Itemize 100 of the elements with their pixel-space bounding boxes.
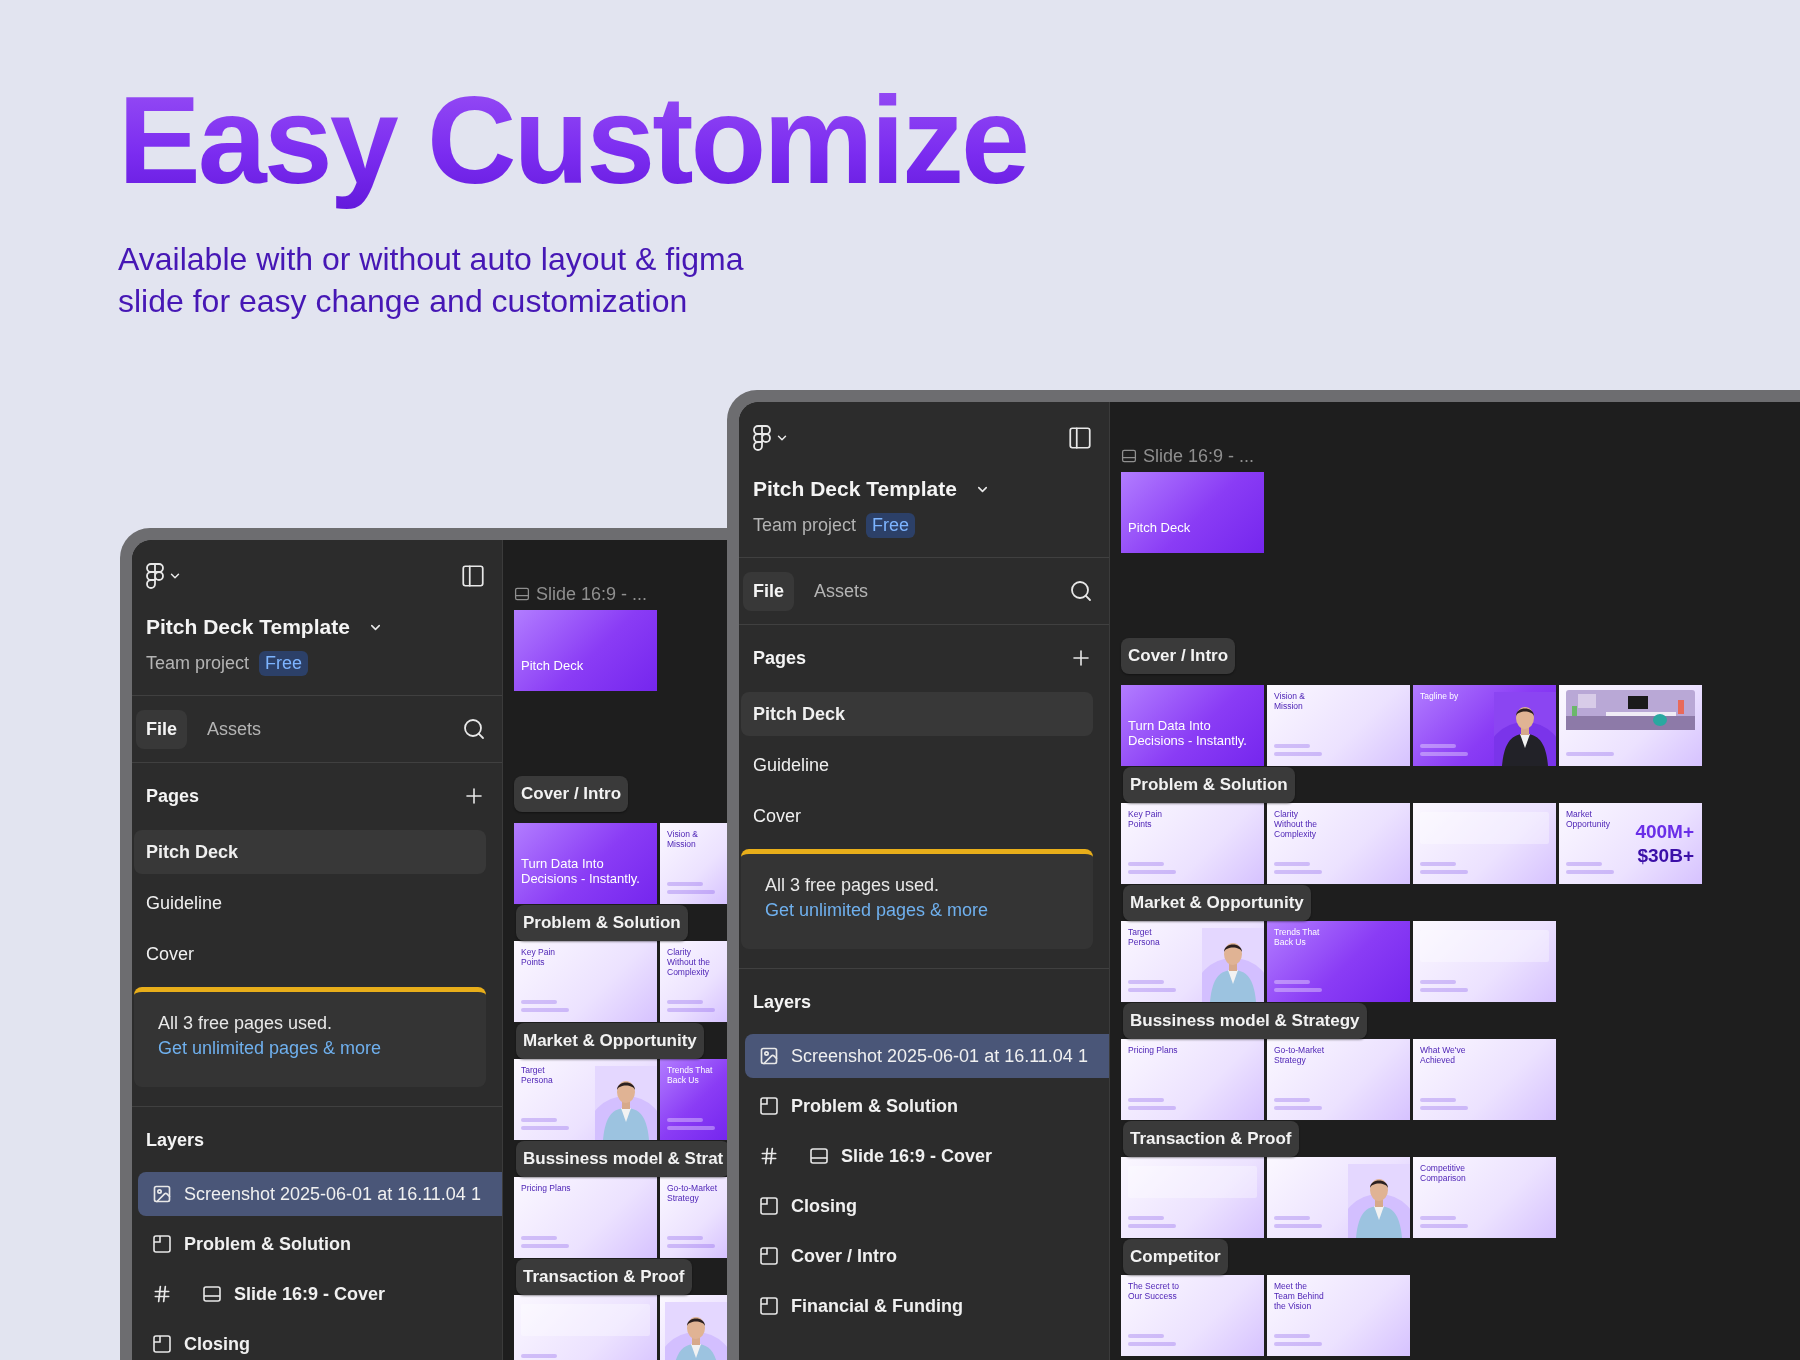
slide-thumbnail[interactable] xyxy=(514,1295,657,1360)
slide-thumbnail[interactable] xyxy=(1559,685,1702,766)
plan-badge: Free xyxy=(259,650,309,676)
page-item[interactable]: Guideline xyxy=(134,881,486,925)
panel-tab[interactable]: Assets xyxy=(197,709,272,749)
slide-thumbnail[interactable] xyxy=(1267,1157,1410,1238)
section-label[interactable]: Bussiness model & Strategy xyxy=(1123,1003,1367,1039)
slide-thumbnail[interactable]: Clarity Without the Complexity xyxy=(1267,803,1410,884)
slide-title: Clarity Without the Complexity xyxy=(1274,810,1318,840)
slide-thumbnail[interactable]: Vision & Mission xyxy=(660,823,727,904)
slide-thumbnail[interactable]: Turn Data Into Decisions - Instantly. xyxy=(514,823,657,904)
section-label[interactable]: Market & Opportunity xyxy=(1123,885,1311,921)
slide-title: Vision & Mission xyxy=(1274,692,1307,712)
slide-thumbnail[interactable] xyxy=(660,1295,727,1360)
slide-thumbnail[interactable] xyxy=(1413,921,1556,1002)
slide-title: The Secret to Our Success xyxy=(1128,1282,1181,1302)
layer-item[interactable]: Screenshot 2025-06-01 at 16.11.04 1 xyxy=(138,1172,502,1216)
slide-thumbnail[interactable] xyxy=(1121,1157,1264,1238)
section-label[interactable]: Bussiness model & Strat xyxy=(516,1141,727,1177)
slide-thumbnail[interactable]: Go-to-Market Strategy xyxy=(660,1177,727,1258)
search-button[interactable] xyxy=(462,717,486,741)
slide-thumbnail[interactable]: Vision & Mission xyxy=(1267,685,1410,766)
section-icon xyxy=(759,1196,779,1216)
layer-item[interactable]: Problem & Solution xyxy=(138,1222,502,1266)
slide-thumbnail[interactable]: The Secret to Our Success xyxy=(1121,1275,1264,1356)
slide-thumbnail[interactable]: Go-to-Market Strategy xyxy=(1267,1039,1410,1120)
plan-badge: Free xyxy=(866,512,916,538)
slide-title: Pitch Deck xyxy=(521,659,585,674)
slide-thumbnail[interactable]: Pitch Deck xyxy=(514,610,657,691)
upgrade-link[interactable]: Get unlimited pages & more xyxy=(765,900,989,921)
frame-label[interactable]: Slide 16:9 - ... xyxy=(1121,446,1255,466)
section-label[interactable]: Transaction & Proof xyxy=(1123,1121,1299,1157)
section-icon xyxy=(759,1096,779,1116)
section-label[interactable]: Transaction & Proof xyxy=(516,1259,692,1295)
layer-item[interactable]: Slide 16:9 - Cover xyxy=(138,1272,502,1316)
stat-figure: $30B+ xyxy=(1637,845,1694,867)
section-heading: Pages xyxy=(146,785,200,807)
search-button[interactable] xyxy=(1069,579,1093,603)
slide-thumbnail[interactable]: Target Persona xyxy=(1121,921,1264,1002)
slide-thumbnail[interactable]: Key Pain Points xyxy=(514,941,657,1022)
slide-thumbnail[interactable]: Clarity Without the Complexity xyxy=(660,941,727,1022)
layer-item[interactable]: Cover / Intro xyxy=(745,1234,1109,1278)
layer-item[interactable]: Closing xyxy=(745,1184,1109,1228)
upgrade-link[interactable]: Get unlimited pages & more xyxy=(158,1038,382,1059)
page-item[interactable]: Cover xyxy=(134,932,486,976)
slide-title: Meet the Team Behind the Vision xyxy=(1274,1282,1325,1312)
project-label: Team project xyxy=(146,652,250,674)
layer-item[interactable]: Screenshot 2025-06-01 at 16.11.04 1 xyxy=(745,1034,1109,1078)
section-label[interactable]: Problem & Solution xyxy=(516,905,688,941)
slide-thumbnail[interactable]: Tagline by xyxy=(1413,685,1556,766)
slide-title: Target Persona xyxy=(521,1066,554,1086)
section-label[interactable]: Problem & Solution xyxy=(1123,767,1295,803)
layer-item[interactable]: Financial & Funding xyxy=(745,1284,1109,1328)
slide-thumbnail[interactable]: Meet the Team Behind the Vision xyxy=(1267,1275,1410,1356)
figma-logo-icon[interactable] xyxy=(146,563,164,589)
slide-thumbnail[interactable]: Competitive Comparison xyxy=(1413,1157,1556,1238)
banner-text: All 3 free pages used. xyxy=(765,875,941,896)
slide-title: Trends That Back Us xyxy=(1274,928,1321,948)
section-label[interactable]: Market & Opportunity xyxy=(516,1023,704,1059)
slide-thumbnail[interactable]: Trends That Back Us xyxy=(1267,921,1410,1002)
slide-thumbnail[interactable]: Pitch Deck xyxy=(1121,472,1264,553)
slide-thumbnail[interactable]: Pricing Plans xyxy=(1121,1039,1264,1120)
slide-title: Market Opportunity xyxy=(1566,810,1611,830)
image-icon xyxy=(152,1184,172,1204)
panel-tab[interactable]: File xyxy=(136,709,187,749)
image-icon xyxy=(759,1046,779,1066)
frame-label[interactable]: Slide 16:9 - ... xyxy=(514,584,648,604)
section-label[interactable]: Competitor xyxy=(1123,1239,1228,1275)
slide-title: Key Pain Points xyxy=(1128,810,1164,830)
slide-thumbnail[interactable]: Market Opportunity 400M+ $30B+ xyxy=(1559,803,1702,884)
section-heading: Pages xyxy=(753,647,807,669)
slide-title: What We've Achieved xyxy=(1420,1046,1467,1066)
slide-icon xyxy=(202,1284,222,1304)
page-item[interactable]: Guideline xyxy=(741,743,1093,787)
page-item[interactable]: Pitch Deck xyxy=(741,692,1093,736)
section-label[interactable]: Cover / Intro xyxy=(514,776,629,812)
layer-item[interactable]: Closing xyxy=(138,1322,502,1360)
figma-logo-icon[interactable] xyxy=(753,425,771,451)
section-heading: Layers xyxy=(753,991,812,1013)
slide-title: Vision & Mission xyxy=(667,830,700,850)
stat-figure: 400M+ xyxy=(1635,821,1694,843)
slide-title: Pricing Plans xyxy=(1128,1046,1179,1056)
layer-item[interactable]: Problem & Solution xyxy=(745,1084,1109,1128)
slide-thumbnail[interactable] xyxy=(1413,803,1556,884)
slide-thumbnail[interactable]: What We've Achieved xyxy=(1413,1039,1556,1120)
panel-toggle-button[interactable] xyxy=(460,563,486,589)
page-item[interactable]: Pitch Deck xyxy=(134,830,486,874)
slide-thumbnail[interactable]: Key Pain Points xyxy=(1121,803,1264,884)
slide-thumbnail[interactable]: Target Persona xyxy=(514,1059,657,1140)
panel-tab[interactable]: File xyxy=(743,571,794,611)
slide-title: Trends That Back Us xyxy=(667,1066,714,1086)
section-icon xyxy=(152,1234,172,1254)
page-item[interactable]: Cover xyxy=(741,794,1093,838)
slide-thumbnail[interactable]: Pricing Plans xyxy=(514,1177,657,1258)
layer-item[interactable]: Slide 16:9 - Cover xyxy=(745,1134,1109,1178)
slide-thumbnail[interactable]: Turn Data Into Decisions - Instantly. xyxy=(1121,685,1264,766)
section-label[interactable]: Cover / Intro xyxy=(1121,638,1236,674)
slide-thumbnail[interactable]: Trends That Back Us xyxy=(660,1059,727,1140)
panel-toggle-button[interactable] xyxy=(1067,425,1093,451)
panel-tab[interactable]: Assets xyxy=(804,571,879,611)
